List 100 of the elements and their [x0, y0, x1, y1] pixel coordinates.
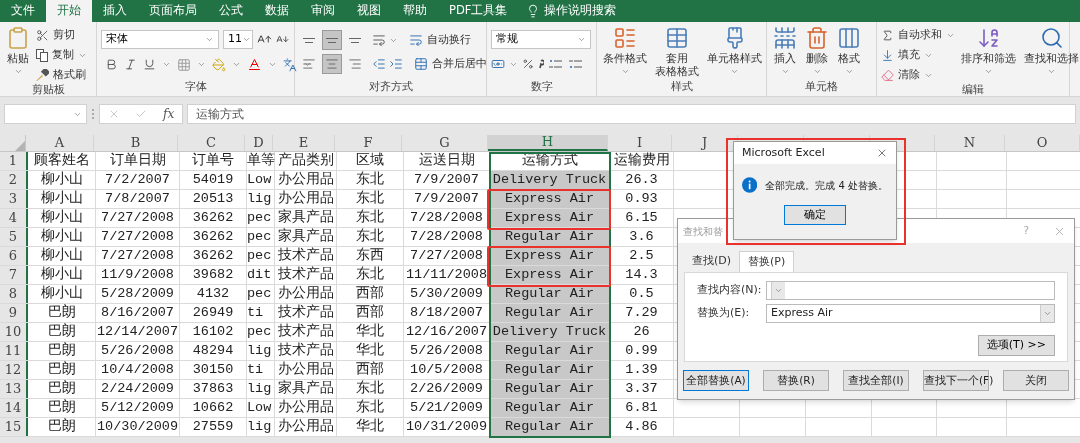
column-header[interactable]: N [935, 135, 1005, 151]
drag-handle-icon [91, 108, 95, 120]
row-header[interactable]: 8 [0, 285, 28, 303]
column-header[interactable]: I [608, 135, 672, 151]
ribbon-tab[interactable]: 公式 [208, 0, 254, 22]
close-icon[interactable] [876, 147, 888, 159]
ribbon-tab[interactable]: 数据 [254, 0, 300, 22]
ribbon-button[interactable]: 插入 [771, 26, 799, 77]
row-header[interactable]: 5 [0, 228, 28, 246]
column-header[interactable]: B [94, 135, 178, 151]
font-name-field[interactable]: 宋体 [101, 30, 219, 49]
row-header[interactable]: 6 [0, 247, 28, 265]
table-cell: 36262 [180, 209, 247, 227]
row-header[interactable]: 10 [0, 323, 28, 341]
table-cell: 柳小山 [28, 209, 96, 227]
group-label: 对齐方式 [368, 81, 413, 92]
ribbon-button[interactable]: 查找和选择 [1022, 26, 1080, 77]
table-cell: 11/9/2008 [96, 266, 180, 284]
ribbon-tab[interactable]: 审阅 [300, 0, 346, 22]
ribbon-tab[interactable]: 页面布局 [138, 0, 208, 22]
table-cell: 5/12/2009 [96, 399, 180, 417]
ribbon-button[interactable]: 格式刷 [36, 66, 87, 84]
dialog-button[interactable]: 关闭 [1003, 370, 1069, 391]
ribbon-tab[interactable]: 开始 [46, 0, 92, 22]
combo-field[interactable]: Express Air [766, 304, 1055, 323]
row-header[interactable]: 7 [0, 266, 28, 284]
column-header[interactable]: A [26, 135, 94, 151]
tell-me-field[interactable]: 操作说明搜索 [544, 2, 617, 20]
ok-button[interactable]: 确定 [784, 205, 846, 225]
table-cell: lig [247, 380, 275, 398]
row-header[interactable]: 13 [0, 380, 28, 398]
font-size-field[interactable]: 11 [223, 30, 253, 49]
formula-field[interactable]: 运输方式 [187, 104, 1076, 124]
table-cell: 巴朗 [28, 342, 96, 360]
options-button[interactable]: 选项(T) >> [977, 335, 1055, 356]
row-header[interactable]: 1 [0, 152, 28, 170]
underline-icon[interactable] [143, 58, 156, 71]
column-header[interactable]: D [245, 135, 273, 151]
row-header[interactable]: 11 [0, 342, 28, 360]
dialog-tab[interactable]: 替换(P) [739, 251, 795, 272]
table-cell: 7/2/2007 [96, 171, 180, 189]
ribbon-tab[interactable]: PDF工具集 [438, 0, 519, 22]
table-cell: 6.81 [610, 399, 674, 417]
bold-icon[interactable] [105, 58, 118, 71]
ribbon-button[interactable]: 单元格样式 [705, 26, 764, 77]
number-format-field[interactable]: 常规 [491, 30, 591, 49]
combo-field[interactable] [766, 281, 1055, 300]
ribbon-button[interactable]: 剪切 [36, 26, 87, 44]
row-header[interactable]: 2 [0, 171, 28, 189]
row-header[interactable]: 15 [0, 418, 28, 436]
table-cell: 4.86 [610, 418, 674, 436]
ribbon-button[interactable]: 粘贴 [4, 26, 32, 77]
row-header[interactable]: 3 [0, 190, 28, 208]
dialog-button[interactable]: 全部替换(A) [683, 370, 749, 391]
column-header[interactable]: F [335, 135, 402, 151]
decrease-decimal-icon[interactable] [568, 57, 584, 71]
italic-icon[interactable] [124, 58, 137, 71]
vertical-align-button[interactable] [322, 30, 342, 50]
ribbon-button[interactable]: 排序和筛选 [959, 26, 1018, 77]
phonetic-icon[interactable] [283, 57, 297, 72]
group-label: 单元格 [805, 81, 838, 92]
ribbon-tab[interactable]: 文件 [0, 0, 46, 22]
dialog-tab[interactable]: 查找(D) [684, 251, 740, 272]
ribbon-button[interactable]: 套用 表格格式 [653, 26, 701, 79]
indent-decrease-icon[interactable] [372, 57, 386, 71]
ribbon-button[interactable]: 条件格式 [601, 26, 649, 77]
currency-icon[interactable] [491, 57, 505, 71]
ribbon-button[interactable]: 自动换行 [409, 31, 471, 49]
ribbon-button[interactable]: 合并后居中 [414, 55, 500, 73]
dialog-button[interactable]: 查找全部(I) [843, 370, 909, 391]
table-cell: 巴朗 [28, 304, 96, 322]
column-header[interactable]: O [1005, 135, 1080, 151]
orientation-icon[interactable] [372, 33, 386, 47]
fill-color-icon[interactable] [212, 57, 226, 72]
dialog-button[interactable]: 替换(R) [763, 370, 829, 391]
ribbon-button[interactable]: 填充 [881, 46, 955, 64]
ribbon-tab[interactable]: 帮助 [392, 0, 438, 22]
row-header[interactable]: 4 [0, 209, 28, 227]
ribbon-button[interactable]: 清除 [881, 66, 955, 84]
ribbon-button[interactable]: 自动求和 [881, 26, 955, 44]
ribbon-tab[interactable]: 视图 [346, 0, 392, 22]
field-label: 查找内容(N): [697, 282, 763, 299]
ribbon-button[interactable]: 删除 [803, 26, 831, 77]
comma-icon[interactable] [538, 59, 544, 69]
font-color-icon[interactable] [247, 57, 262, 72]
insert-cells-icon [773, 26, 797, 50]
ribbon-button[interactable]: 格式 [835, 26, 863, 77]
borders-icon[interactable] [177, 57, 191, 72]
table-cell: 技术产品 [275, 247, 337, 265]
row-header[interactable]: 12 [0, 361, 28, 379]
column-header[interactable]: E [273, 135, 335, 151]
indent-increase-icon[interactable] [389, 57, 403, 71]
row-header[interactable]: 14 [0, 399, 28, 417]
ribbon-tab[interactable]: 插入 [92, 0, 138, 22]
column-header[interactable]: C [178, 135, 245, 151]
function-icon[interactable]: fx [163, 105, 175, 123]
row-header[interactable]: 9 [0, 304, 28, 322]
ribbon-button[interactable]: 复制 [36, 46, 87, 64]
percent-icon[interactable] [522, 58, 534, 70]
column-header[interactable]: H [488, 135, 608, 151]
